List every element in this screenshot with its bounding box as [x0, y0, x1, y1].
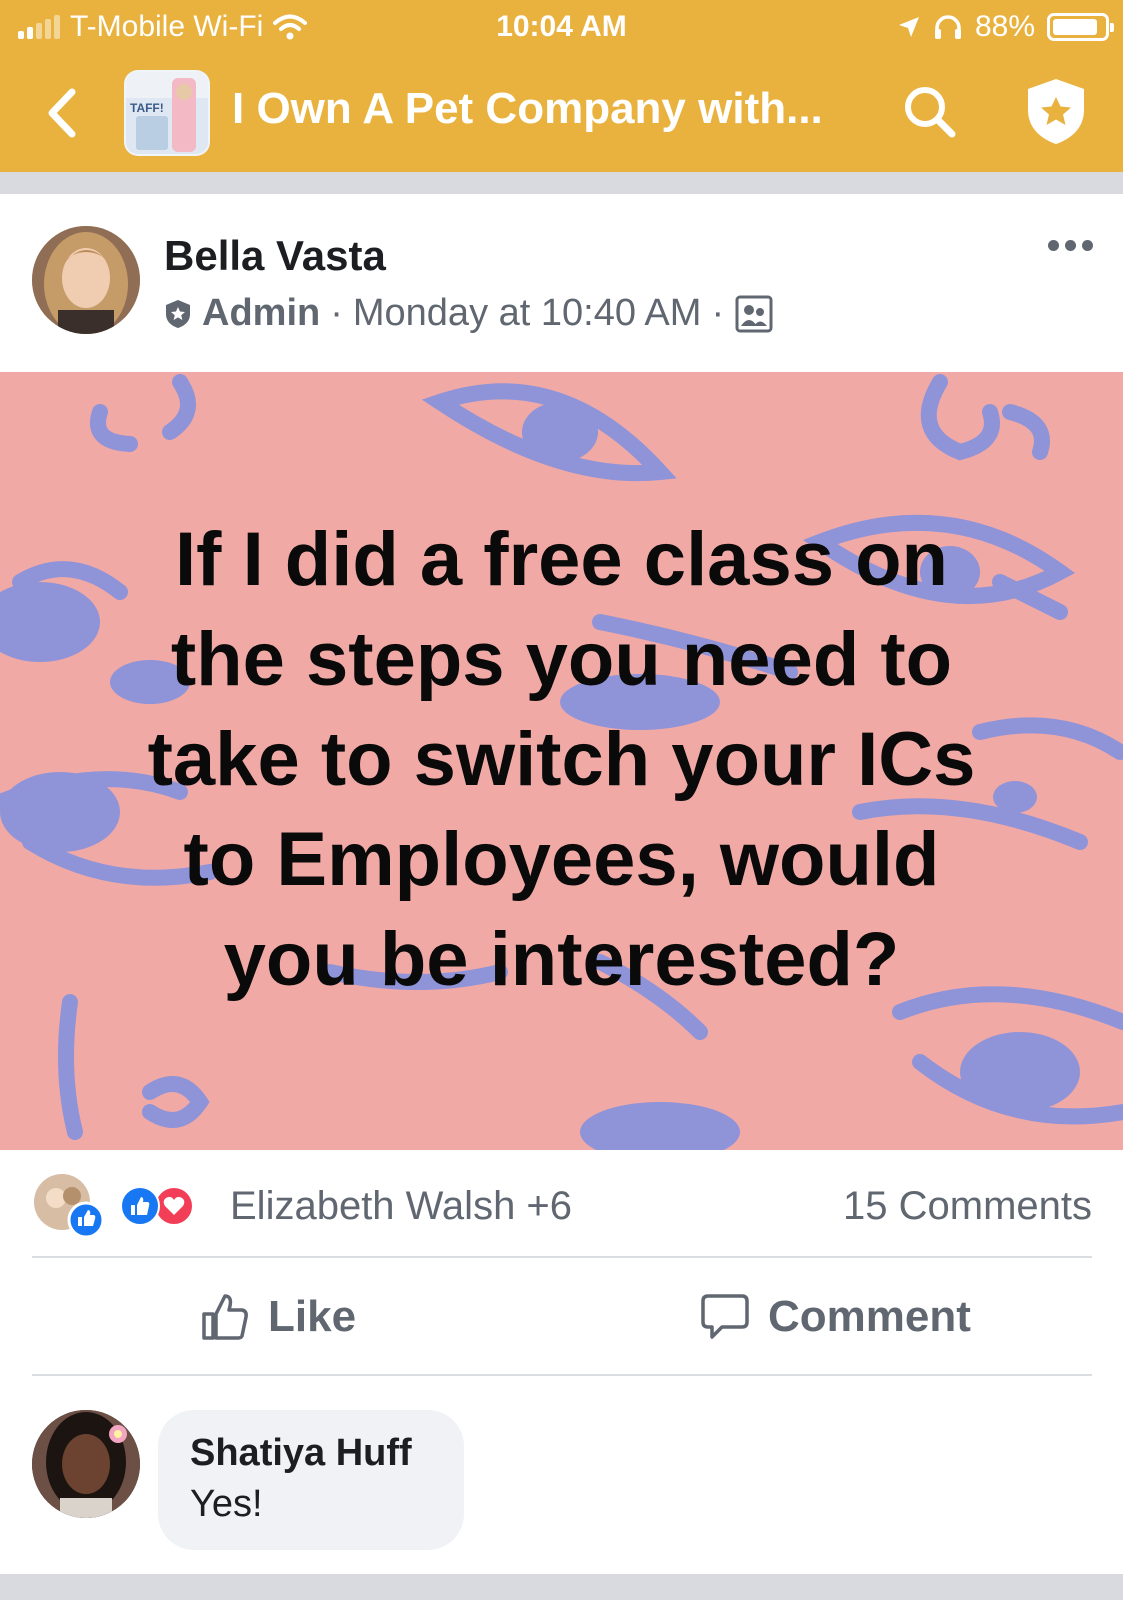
- reactor-avatars: [32, 1172, 105, 1239]
- like-label: Like: [268, 1292, 357, 1341]
- more-options-icon[interactable]: [1048, 240, 1093, 251]
- like-button[interactable]: Like: [200, 1282, 356, 1352]
- post-timestamp[interactable]: Monday at 10:40 AM: [353, 292, 702, 335]
- admin-badge-icon: [166, 299, 190, 328]
- group-thumbnail[interactable]: TAFF!: [124, 70, 210, 156]
- back-icon[interactable]: [40, 86, 84, 140]
- status-bar: T-Mobile Wi-Fi 10:04 AM 88%: [0, 0, 1123, 58]
- feed-divider-bottom: [0, 1574, 1123, 1600]
- location-arrow-icon: [898, 17, 919, 37]
- group-thumbnail-image: TAFF!: [126, 72, 208, 154]
- admin-shield-icon[interactable]: [1024, 76, 1088, 146]
- like-reaction-icon: [120, 1186, 160, 1226]
- love-reaction-icon: [154, 1186, 194, 1226]
- reactions-summary[interactable]: Elizabeth Walsh +6 15 Comments: [32, 1172, 1092, 1242]
- meta-separator: ·: [711, 292, 725, 334]
- comment-label: Comment: [768, 1292, 971, 1341]
- battery-percent: 88%: [974, 10, 1035, 43]
- thumb-text: TAFF!: [130, 101, 164, 115]
- author-avatar[interactable]: [32, 226, 140, 334]
- reactor-avatar-image: [34, 1174, 105, 1239]
- battery-fill: [1053, 19, 1097, 35]
- feed-divider: [0, 172, 1123, 194]
- meta-separator: ·: [330, 292, 343, 334]
- search-icon[interactable]: [900, 82, 960, 142]
- status-right: 88%: [897, 10, 1114, 44]
- comment-count[interactable]: 15 Comments: [843, 1184, 1092, 1229]
- comment-author[interactable]: Shatiya Huff: [190, 1432, 432, 1475]
- like-icon: [202, 1294, 248, 1340]
- actions-divider: [32, 1374, 1092, 1376]
- post-image-text: If I did a free class on the steps you n…: [147, 517, 976, 1002]
- group-members-privacy-icon: [735, 295, 773, 332]
- author-name[interactable]: Bella Vasta: [164, 232, 386, 280]
- author-avatar-image: [32, 226, 140, 334]
- headphones-icon: [934, 15, 961, 39]
- commenter-avatar-image: [32, 1410, 140, 1518]
- post-image[interactable]: If I did a free class on the steps you n…: [0, 372, 1123, 1150]
- comment-bubble[interactable]: Shatiya Huff Yes!: [158, 1410, 464, 1550]
- top-bar: T-Mobile Wi-Fi 10:04 AM 88% TAFF! I Own …: [0, 0, 1123, 172]
- commenter-avatar[interactable]: [32, 1410, 140, 1518]
- reactions-divider: [32, 1256, 1092, 1258]
- group-nav-bar: TAFF! I Own A Pet Company with...: [0, 62, 1123, 162]
- reaction-icons: [120, 1186, 194, 1226]
- battery-icon: [1047, 13, 1114, 41]
- comment-icon: [701, 1294, 749, 1339]
- comment-button[interactable]: Comment: [700, 1282, 971, 1352]
- reactor-names: Elizabeth Walsh +6: [230, 1184, 573, 1228]
- post-meta: Admin · Monday at 10:40 AM ·: [164, 292, 774, 335]
- comment-text: Yes!: [190, 1483, 263, 1525]
- author-role: Admin: [202, 292, 321, 334]
- group-title[interactable]: I Own A Pet Company with...: [232, 84, 823, 134]
